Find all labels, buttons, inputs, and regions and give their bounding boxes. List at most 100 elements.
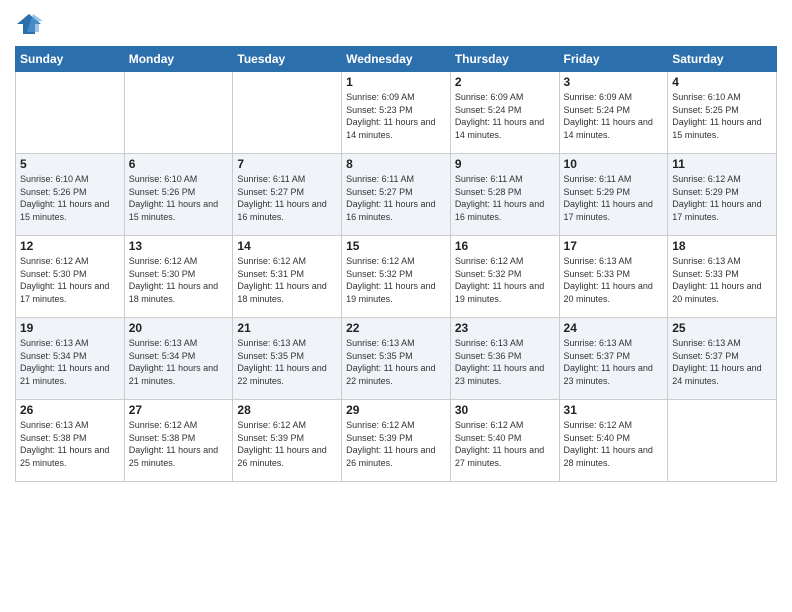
table-row: 6 Sunrise: 6:10 AM Sunset: 5:26 PM Daylig… (124, 154, 233, 236)
day-number: 13 (129, 239, 229, 253)
table-row: 13 Sunrise: 6:12 AM Sunset: 5:30 PM Dayli… (124, 236, 233, 318)
table-row: 14 Sunrise: 6:12 AM Sunset: 5:31 PM Dayli… (233, 236, 342, 318)
col-wednesday: Wednesday (342, 47, 451, 72)
col-monday: Monday (124, 47, 233, 72)
day-number: 25 (672, 321, 772, 335)
day-info: Sunrise: 6:12 AM Sunset: 5:31 PM Dayligh… (237, 255, 337, 305)
day-info: Sunrise: 6:12 AM Sunset: 5:39 PM Dayligh… (237, 419, 337, 469)
day-info: Sunrise: 6:13 AM Sunset: 5:36 PM Dayligh… (455, 337, 555, 387)
day-number: 19 (20, 321, 120, 335)
table-row: 11Sunrise: 6:12 AM Sunset: 5:29 PM Dayli… (668, 154, 777, 236)
day-info: Sunrise: 6:13 AM Sunset: 5:35 PM Dayligh… (346, 337, 446, 387)
table-row: 10 Sunrise: 6:11 AM Sunset: 5:29 PM Dayli… (559, 154, 668, 236)
day-number: 11 (672, 157, 772, 171)
day-number: 4 (672, 75, 772, 89)
day-number: 15 (346, 239, 446, 253)
calendar: Sunday Monday Tuesday Wednesday Thursday… (15, 46, 777, 482)
table-row (668, 400, 777, 482)
day-number: 26 (20, 403, 120, 417)
calendar-header-row: Sunday Monday Tuesday Wednesday Thursday… (16, 47, 777, 72)
day-number: 27 (129, 403, 229, 417)
table-row: 23 Sunrise: 6:13 AM Sunset: 5:36 PM Dayli… (450, 318, 559, 400)
table-row: 25 Sunrise: 6:13 AM Sunset: 5:37 PM Dayli… (668, 318, 777, 400)
day-number: 18 (672, 239, 772, 253)
table-row: 21 Sunrise: 6:13 AM Sunset: 5:35 PM Dayli… (233, 318, 342, 400)
table-row: 20 Sunrise: 6:13 AM Sunset: 5:34 PM Dayli… (124, 318, 233, 400)
day-number: 24 (564, 321, 664, 335)
day-info: Sunrise: 6:13 AM Sunset: 5:34 PM Dayligh… (129, 337, 229, 387)
day-number: 23 (455, 321, 555, 335)
table-row: 26Sunrise: 6:13 AM Sunset: 5:38 PM Dayli… (16, 400, 125, 482)
day-number: 10 (564, 157, 664, 171)
day-info: Sunrise: 6:10 AM Sunset: 5:25 PM Dayligh… (672, 91, 772, 141)
day-number: 21 (237, 321, 337, 335)
table-row (233, 72, 342, 154)
day-number: 12 (20, 239, 120, 253)
day-info: Sunrise: 6:12 AM Sunset: 5:32 PM Dayligh… (346, 255, 446, 305)
day-info: Sunrise: 6:09 AM Sunset: 5:24 PM Dayligh… (564, 91, 664, 141)
table-row: 15 Sunrise: 6:12 AM Sunset: 5:32 PM Dayli… (342, 236, 451, 318)
header (15, 10, 777, 38)
day-info: Sunrise: 6:11 AM Sunset: 5:28 PM Dayligh… (455, 173, 555, 223)
day-info: Sunrise: 6:12 AM Sunset: 5:40 PM Dayligh… (564, 419, 664, 469)
day-info: Sunrise: 6:12 AM Sunset: 5:30 PM Dayligh… (20, 255, 120, 305)
day-info: Sunrise: 6:12 AM Sunset: 5:30 PM Dayligh… (129, 255, 229, 305)
table-row: 17Sunrise: 6:13 AM Sunset: 5:33 PM Dayli… (559, 236, 668, 318)
day-number: 20 (129, 321, 229, 335)
day-info: Sunrise: 6:11 AM Sunset: 5:29 PM Dayligh… (564, 173, 664, 223)
day-number: 2 (455, 75, 555, 89)
table-row: 16Sunrise: 6:12 AM Sunset: 5:32 PM Dayli… (450, 236, 559, 318)
col-friday: Friday (559, 47, 668, 72)
table-row (124, 72, 233, 154)
table-row: 24 Sunrise: 6:13 AM Sunset: 5:37 PM Dayli… (559, 318, 668, 400)
calendar-week-row: 1 Sunrise: 6:09 AM Sunset: 5:23 PM Daylig… (16, 72, 777, 154)
table-row: 22 Sunrise: 6:13 AM Sunset: 5:35 PM Dayli… (342, 318, 451, 400)
table-row: 5 Sunrise: 6:10 AM Sunset: 5:26 PM Daylig… (16, 154, 125, 236)
table-row: 18 Sunrise: 6:13 AM Sunset: 5:33 PM Dayli… (668, 236, 777, 318)
table-row: 1 Sunrise: 6:09 AM Sunset: 5:23 PM Daylig… (342, 72, 451, 154)
table-row: 29Sunrise: 6:12 AM Sunset: 5:39 PM Dayli… (342, 400, 451, 482)
day-number: 22 (346, 321, 446, 335)
day-info: Sunrise: 6:13 AM Sunset: 5:37 PM Dayligh… (564, 337, 664, 387)
day-number: 16 (455, 239, 555, 253)
day-info: Sunrise: 6:12 AM Sunset: 5:40 PM Dayligh… (455, 419, 555, 469)
table-row: 19 Sunrise: 6:13 AM Sunset: 5:34 PM Dayli… (16, 318, 125, 400)
day-info: Sunrise: 6:13 AM Sunset: 5:35 PM Dayligh… (237, 337, 337, 387)
day-info: Sunrise: 6:11 AM Sunset: 5:27 PM Dayligh… (346, 173, 446, 223)
day-number: 31 (564, 403, 664, 417)
table-row: 7Sunrise: 6:11 AM Sunset: 5:27 PM Daylig… (233, 154, 342, 236)
table-row: 31 Sunrise: 6:12 AM Sunset: 5:40 PM Dayli… (559, 400, 668, 482)
day-number: 28 (237, 403, 337, 417)
table-row (16, 72, 125, 154)
day-info: Sunrise: 6:12 AM Sunset: 5:38 PM Dayligh… (129, 419, 229, 469)
logo-icon (15, 10, 43, 38)
calendar-week-row: 26Sunrise: 6:13 AM Sunset: 5:38 PM Dayli… (16, 400, 777, 482)
day-number: 9 (455, 157, 555, 171)
day-number: 8 (346, 157, 446, 171)
day-info: Sunrise: 6:10 AM Sunset: 5:26 PM Dayligh… (20, 173, 120, 223)
day-number: 3 (564, 75, 664, 89)
day-info: Sunrise: 6:10 AM Sunset: 5:26 PM Dayligh… (129, 173, 229, 223)
day-info: Sunrise: 6:13 AM Sunset: 5:33 PM Dayligh… (672, 255, 772, 305)
day-info: Sunrise: 6:09 AM Sunset: 5:23 PM Dayligh… (346, 91, 446, 141)
col-tuesday: Tuesday (233, 47, 342, 72)
table-row: 12 Sunrise: 6:12 AM Sunset: 5:30 PM Dayli… (16, 236, 125, 318)
day-number: 5 (20, 157, 120, 171)
day-info: Sunrise: 6:13 AM Sunset: 5:37 PM Dayligh… (672, 337, 772, 387)
day-info: Sunrise: 6:13 AM Sunset: 5:34 PM Dayligh… (20, 337, 120, 387)
table-row: 3 Sunrise: 6:09 AM Sunset: 5:24 PM Daylig… (559, 72, 668, 154)
day-number: 30 (455, 403, 555, 417)
calendar-week-row: 5 Sunrise: 6:10 AM Sunset: 5:26 PM Daylig… (16, 154, 777, 236)
table-row: 8 Sunrise: 6:11 AM Sunset: 5:27 PM Daylig… (342, 154, 451, 236)
day-number: 1 (346, 75, 446, 89)
calendar-week-row: 12 Sunrise: 6:12 AM Sunset: 5:30 PM Dayli… (16, 236, 777, 318)
table-row: 2Sunrise: 6:09 AM Sunset: 5:24 PM Daylig… (450, 72, 559, 154)
day-number: 6 (129, 157, 229, 171)
day-number: 17 (564, 239, 664, 253)
day-number: 14 (237, 239, 337, 253)
table-row: 9 Sunrise: 6:11 AM Sunset: 5:28 PM Daylig… (450, 154, 559, 236)
calendar-week-row: 19 Sunrise: 6:13 AM Sunset: 5:34 PM Dayli… (16, 318, 777, 400)
day-number: 29 (346, 403, 446, 417)
page: Sunday Monday Tuesday Wednesday Thursday… (0, 0, 792, 612)
col-saturday: Saturday (668, 47, 777, 72)
